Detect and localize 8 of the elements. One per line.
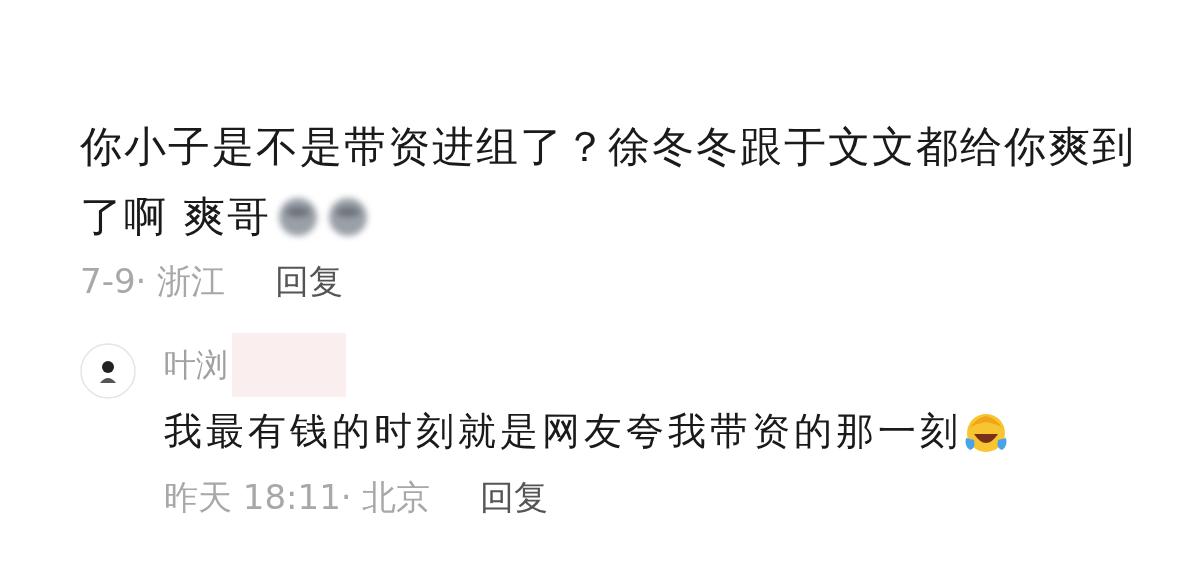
- reply-meta: 昨天 18:11· 北京: [164, 476, 431, 519]
- reply-link[interactable]: 回复: [480, 472, 549, 523]
- reply-link[interactable]: 回复: [275, 256, 344, 307]
- comment-text-line: 你小子是不是带资进组了？徐冬冬跟于文文都给你爽到: [80, 121, 1136, 173]
- comment-text-line: 了啊 爽哥: [80, 191, 272, 243]
- reply-text: 我最有钱的时刻就是网友夸我带资的那一刻: [164, 408, 962, 455]
- comment-meta: 7-9· 浙江: [80, 260, 226, 303]
- avatar[interactable]: [80, 343, 136, 399]
